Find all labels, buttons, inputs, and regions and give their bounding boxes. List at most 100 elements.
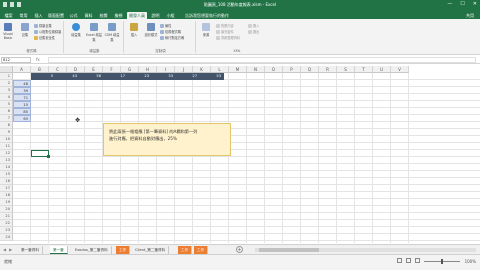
row-header[interactable]: 20 [0, 206, 13, 213]
refresh-data-button[interactable]: 重新整理資料 [216, 35, 240, 40]
row-header[interactable]: 12 [0, 150, 13, 157]
addins-button[interactable]: 增益集 [68, 23, 84, 37]
tab-file[interactable]: 檔案 [2, 12, 15, 19]
next-sheet-icon[interactable]: ▶ [9, 247, 12, 252]
import-button[interactable]: 匯入 [248, 23, 259, 28]
column-header[interactable]: H [139, 66, 157, 73]
sheet-tab[interactable]: 第一筆資料 [18, 246, 43, 254]
row-header[interactable]: 16 [0, 178, 13, 185]
data-cell[interactable]: 71 [13, 94, 31, 101]
row-header[interactable]: 21 [0, 213, 13, 220]
row-header[interactable]: 4 [0, 94, 13, 101]
sheet-tab[interactable]: 工作 [178, 246, 193, 254]
column-header[interactable]: P [283, 66, 301, 73]
map-properties-button[interactable]: 對應內容 [216, 23, 234, 28]
tab-insert[interactable]: 插入 [32, 12, 45, 19]
row-header[interactable]: 17 [0, 185, 13, 192]
row-header[interactable]: 8 [0, 122, 13, 129]
row-header[interactable]: 3 [0, 87, 13, 94]
data-cell[interactable]: 48 [13, 80, 31, 87]
row-header[interactable]: 6 [0, 108, 13, 115]
row-header[interactable]: 13 [0, 157, 13, 164]
maximize-button[interactable]: ☐ [460, 2, 464, 7]
name-box[interactable]: B12 [1, 57, 31, 63]
data-cell[interactable]: 15 [13, 101, 31, 108]
tab-data[interactable]: 資料 [82, 12, 95, 19]
page-break-view-icon[interactable] [415, 258, 420, 263]
zoom-slider[interactable] [424, 259, 460, 264]
tab-review[interactable]: 校閱 [97, 12, 110, 19]
column-header[interactable]: E [85, 66, 103, 73]
column-header[interactable]: U [373, 66, 391, 73]
sheet-tab[interactable]: 工作 [194, 246, 209, 254]
column-header[interactable]: V [391, 66, 409, 73]
column-header[interactable]: Q [301, 66, 319, 73]
header-cell[interactable]: 17 [103, 73, 127, 80]
column-header[interactable]: I [157, 66, 175, 73]
excel-addins-button[interactable]: Excel 增益集 [86, 23, 102, 42]
column-header[interactable]: G [121, 66, 139, 73]
column-header[interactable]: M [229, 66, 247, 73]
worksheet-grid[interactable]: ABCDEFGHIJKLMNOPQRSTUV 1 2 3 4 5 6 7 8 9 10 11 12 13… [0, 66, 480, 243]
active-cell[interactable] [31, 150, 50, 158]
expansion-packs-button[interactable]: 擴充套件 [216, 29, 234, 34]
tab-page-layout[interactable]: 版面配置 [47, 12, 65, 19]
row-header[interactable]: 9 [0, 129, 13, 136]
instruction-note[interactable]: 將此兩張一格相應 [第一筆資料] 的A欄和第一列 進行對應，把資料自動對應出，2… [103, 123, 231, 156]
row-header[interactable]: 11 [0, 143, 13, 150]
tab-home[interactable]: 常用 [17, 12, 30, 19]
macro-security-button[interactable]: 巨集安全性 [34, 35, 55, 40]
export-button[interactable]: 匯出 [248, 29, 259, 34]
row-header[interactable]: 14 [0, 164, 13, 171]
column-header[interactable]: B [31, 66, 49, 73]
column-header[interactable]: J [175, 66, 193, 73]
row-header[interactable]: 23 [0, 227, 13, 234]
row-header[interactable]: 19 [0, 199, 13, 206]
column-header[interactable]: F [103, 66, 121, 73]
relative-reference-button[interactable]: 以相對位置錄製 [34, 29, 61, 34]
record-macro-button[interactable]: 錄製巨集 [34, 23, 52, 28]
horizontal-scrollbar[interactable] [255, 248, 476, 252]
add-sheet-button[interactable]: + [236, 246, 243, 253]
close-button[interactable]: ✕ [473, 2, 477, 7]
insert-control-button[interactable]: 插入 [126, 23, 142, 37]
formula-input[interactable] [48, 57, 476, 63]
com-addins-button[interactable]: COM 增益集 [104, 23, 120, 42]
header-cell[interactable]: 56 [79, 73, 103, 80]
properties-button[interactable]: 屬性 [160, 23, 171, 28]
row-header[interactable]: 22 [0, 220, 13, 227]
minimize-button[interactable]: — [447, 2, 452, 7]
run-dialog-button[interactable]: 執行對話方塊 [160, 35, 184, 40]
normal-view-icon[interactable] [397, 258, 402, 263]
select-all-corner[interactable] [0, 66, 13, 73]
tab-developer[interactable]: 開發人員 [127, 12, 147, 19]
row-header[interactable]: 15 [0, 171, 13, 178]
row-header[interactable]: 18 [0, 192, 13, 199]
header-cell[interactable]: 33 [151, 73, 175, 80]
view-code-button[interactable]: 檢視程式碼 [160, 29, 181, 34]
column-header[interactable]: R [319, 66, 337, 73]
tab-team[interactable]: 小組 [164, 12, 177, 19]
column-header[interactable]: O [265, 66, 283, 73]
header-cell[interactable]: 53 [199, 73, 223, 80]
prev-sheet-icon[interactable]: ◀ [3, 247, 6, 252]
column-header[interactable]: D [67, 66, 85, 73]
sheet-tab[interactable]: 工作 [116, 246, 131, 254]
page-layout-view-icon[interactable] [406, 258, 411, 263]
row-header[interactable]: 2 [0, 80, 13, 87]
zoom-level[interactable]: 100% [465, 259, 476, 264]
sheet-tab[interactable]: Client_第二筆資料 [132, 246, 170, 254]
header-cell[interactable]: 43 [55, 73, 79, 80]
xml-source-button[interactable]: 來源 [198, 23, 214, 37]
column-header[interactable]: T [355, 66, 373, 73]
scrollbar-thumb[interactable] [259, 248, 319, 252]
data-cell[interactable]: 65 [13, 115, 31, 122]
header-cell[interactable]: 27 [175, 73, 199, 80]
row-header[interactable]: 10 [0, 136, 13, 143]
sheet-tab[interactable]: Exodus_第二筆資料 [72, 246, 112, 254]
row-header[interactable]: 7 [0, 115, 13, 122]
zoom-slider-knob[interactable] [441, 259, 443, 264]
macros-button[interactable]: 巨集 [17, 23, 33, 37]
column-header[interactable]: K [193, 66, 211, 73]
tab-formulas[interactable]: 公式 [67, 12, 80, 19]
